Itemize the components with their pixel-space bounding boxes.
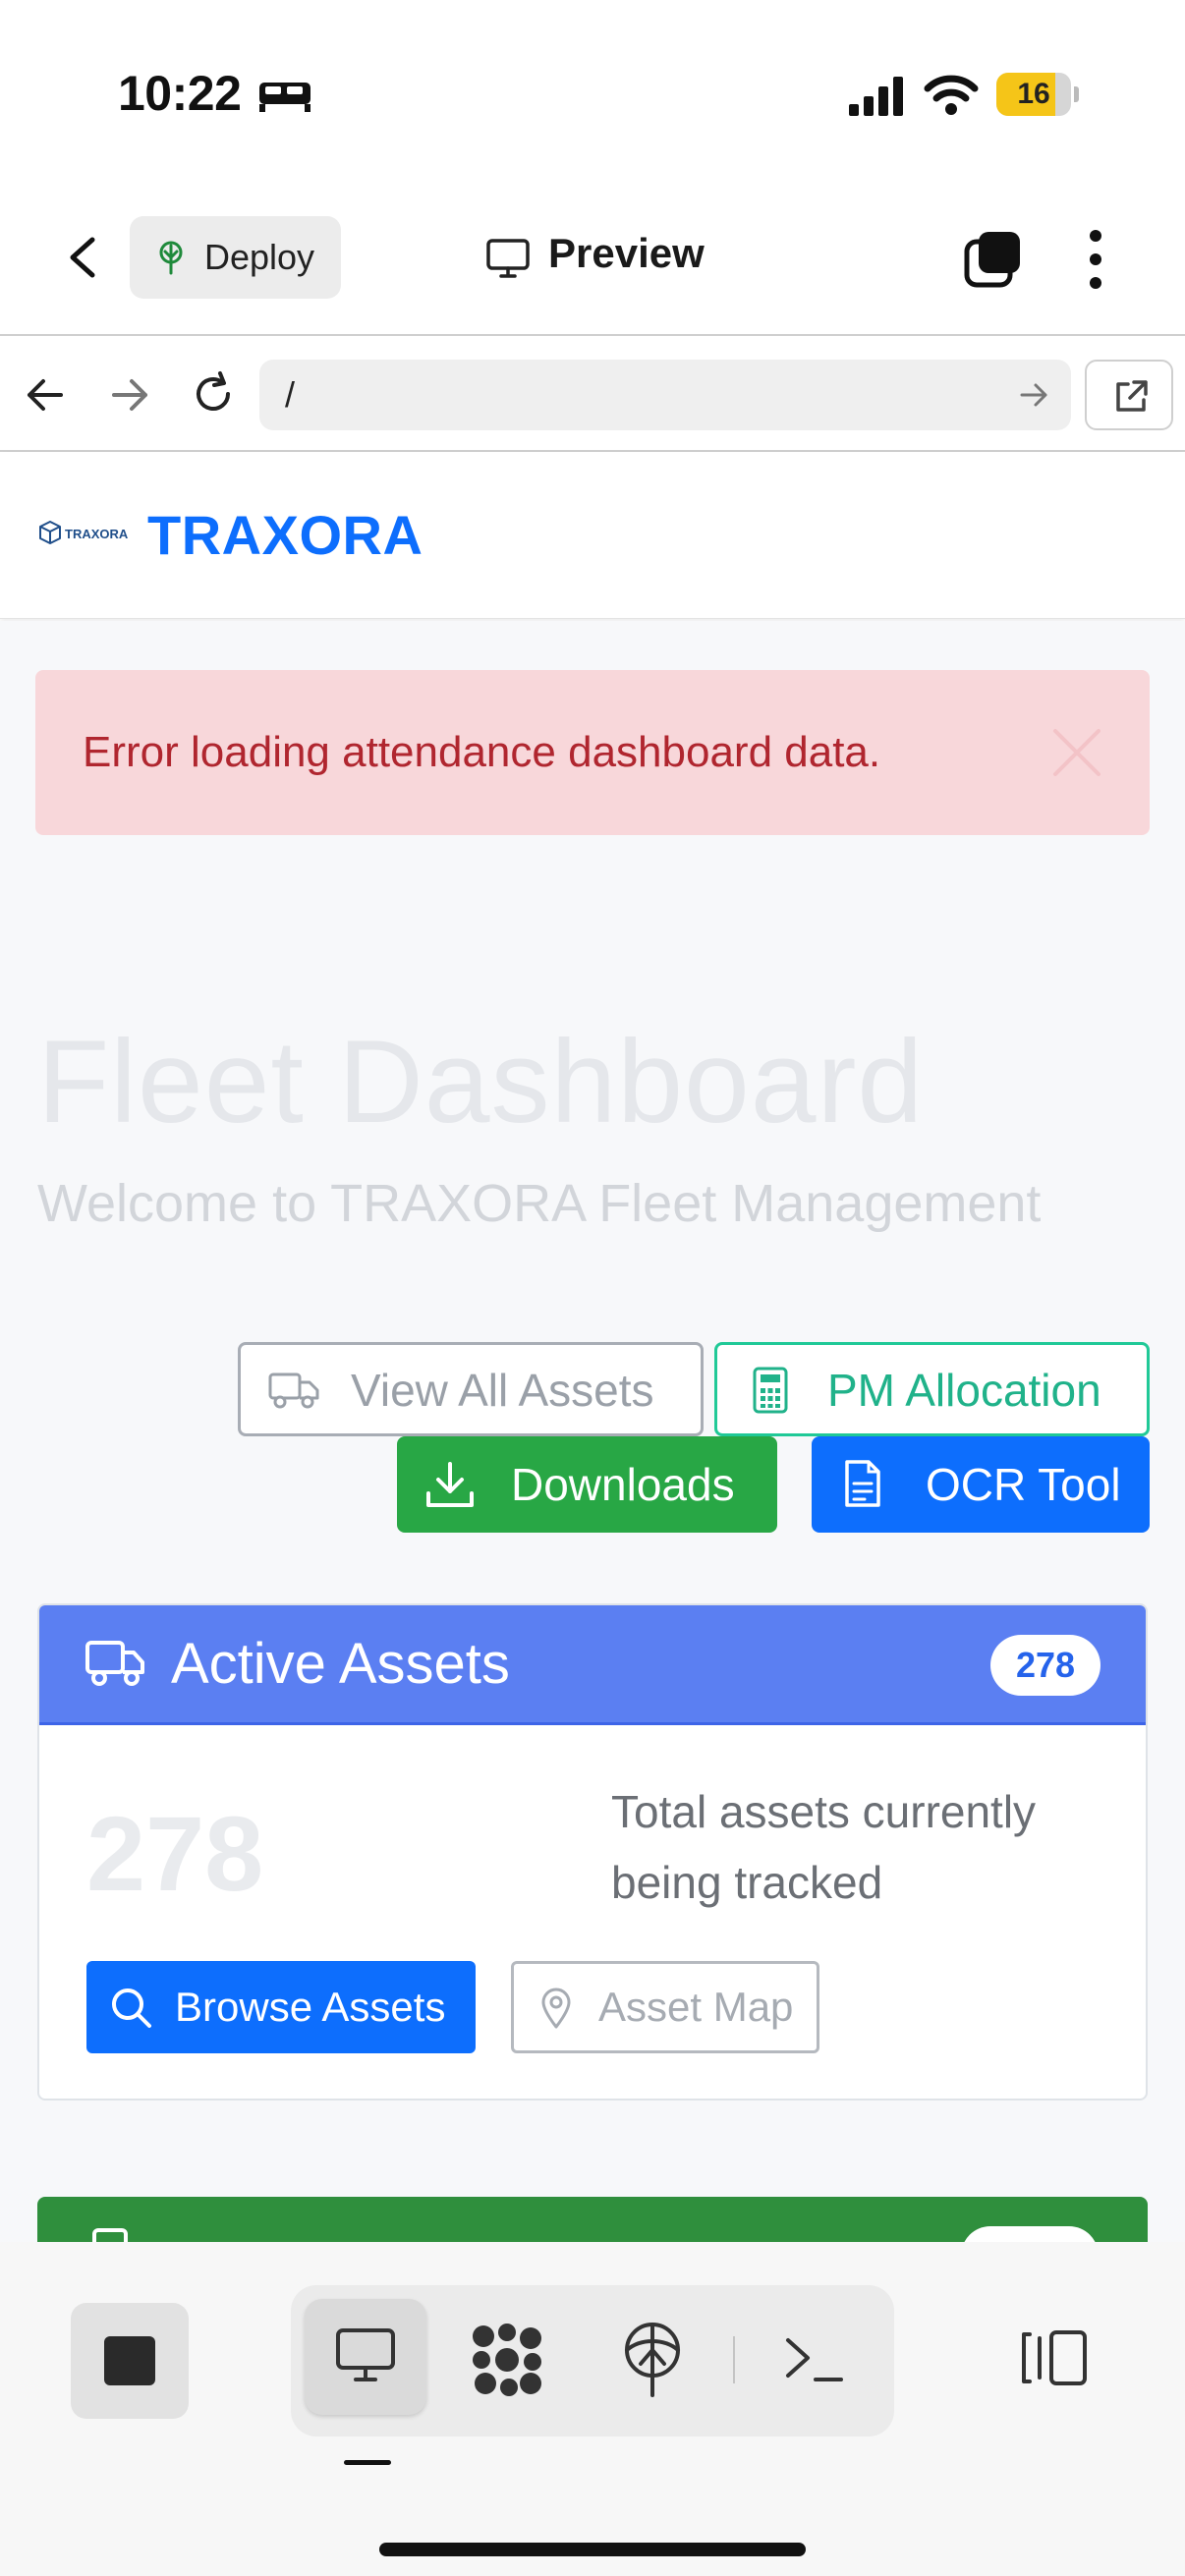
packages-icon[interactable] [470, 2323, 544, 2397]
error-alert: Error loading attendance dashboard data. [35, 670, 1150, 835]
downloads-button[interactable]: Downloads [397, 1436, 777, 1533]
pm-allocation-label: PM Allocation [827, 1365, 1101, 1416]
more-vertical-icon[interactable] [1081, 228, 1110, 291]
app-top-bar: Deploy Preview [0, 187, 1185, 334]
dashboard-title: Fleet Dashboard [37, 1016, 925, 1148]
open-external-button[interactable] [1085, 360, 1173, 430]
active-assets-count: 278 [86, 1794, 264, 1913]
asset-map-label: Asset Map [598, 1984, 794, 2030]
desktop-tab[interactable] [305, 2299, 426, 2415]
downloads-label: Downloads [511, 1459, 735, 1510]
site-header: TRAXORA TRAXORA [0, 452, 1185, 619]
truck-icon [268, 1372, 319, 1409]
bottom-toolbar [0, 2242, 1185, 2576]
document-icon [845, 1460, 880, 1507]
go-arrow-icon[interactable] [1020, 381, 1049, 409]
ocr-tool-label: OCR Tool [926, 1459, 1121, 1510]
url-text: / [285, 374, 296, 415]
card-icon [92, 2228, 128, 2242]
desktop-icon [336, 2328, 395, 2381]
dashboard-subtitle: Welcome to TRAXORA Fleet Management [37, 1174, 1042, 1233]
stop-icon [104, 2336, 155, 2385]
browse-assets-label: Browse Assets [175, 1984, 446, 2030]
reload-icon[interactable] [189, 369, 238, 419]
alert-message: Error loading attendance dashboard data. [83, 728, 881, 776]
deploy-tree-icon [159, 241, 183, 275]
status-time: 10:22 [118, 66, 242, 121]
active-assets-card-header: Active Assets 278 [39, 1605, 1146, 1725]
close-icon[interactable] [1051, 727, 1102, 778]
search-icon [112, 1988, 151, 2028]
url-input[interactable]: / [259, 360, 1071, 430]
wifi-icon [924, 75, 979, 115]
stop-button[interactable] [71, 2303, 189, 2419]
ocr-tool-button[interactable]: OCR Tool [812, 1436, 1150, 1533]
view-all-assets-button[interactable]: View All Assets [238, 1342, 704, 1436]
back-chevron-icon[interactable] [59, 228, 108, 287]
panel-toggle-icon[interactable] [1018, 2328, 1089, 2387]
deploy-label: Deploy [204, 237, 315, 277]
calculator-icon [753, 1367, 788, 1414]
next-card-header [37, 2197, 1148, 2242]
deploy-button[interactable]: Deploy [130, 216, 341, 299]
view-all-assets-label: View All Assets [351, 1365, 654, 1416]
open-external-icon [1116, 380, 1148, 412]
monitor-icon [486, 239, 530, 278]
toolbar-divider [733, 2336, 735, 2383]
arrow-right-icon[interactable] [108, 373, 151, 417]
battery-icon: 16 [996, 73, 1079, 116]
download-icon [426, 1462, 474, 1507]
brand-name[interactable]: TRAXORA [147, 503, 423, 567]
shell-icon[interactable] [782, 2332, 845, 2387]
tabs-icon[interactable] [963, 230, 1022, 289]
status-bar: 10:22 16 [0, 0, 1185, 187]
battery-level: 16 [1017, 78, 1050, 110]
page-title-preview: Preview [548, 230, 705, 276]
browse-assets-button[interactable]: Browse Assets [86, 1961, 476, 2053]
bed-icon [259, 83, 310, 112]
logo-text: TRAXORA [65, 527, 129, 541]
active-assets-badge: 278 [990, 1635, 1100, 1696]
map-pin-icon [541, 1988, 571, 2029]
arrow-left-icon[interactable] [24, 373, 67, 417]
active-assets-card: Active Assets 278 278 Total assets curre… [37, 1603, 1148, 2100]
next-card-badge [961, 2226, 1099, 2242]
tool-group [291, 2285, 894, 2436]
asset-map-button[interactable]: Asset Map [511, 1961, 819, 2053]
deploy-icon[interactable] [621, 2321, 684, 2399]
signal-icon [849, 77, 903, 116]
active-assets-title: Active Assets [171, 1632, 510, 1696]
pm-allocation-button[interactable]: PM Allocation [714, 1342, 1150, 1436]
truck-icon [85, 1641, 144, 1686]
page-content: Error loading attendance dashboard data.… [0, 621, 1185, 2242]
active-assets-description: Total assets currently being tracked [611, 1786, 1037, 1908]
home-indicator [379, 2543, 806, 2556]
logo-cube-icon[interactable] [39, 521, 61, 544]
browser-bar: / [0, 334, 1185, 452]
active-tab-indicator [344, 2460, 391, 2465]
